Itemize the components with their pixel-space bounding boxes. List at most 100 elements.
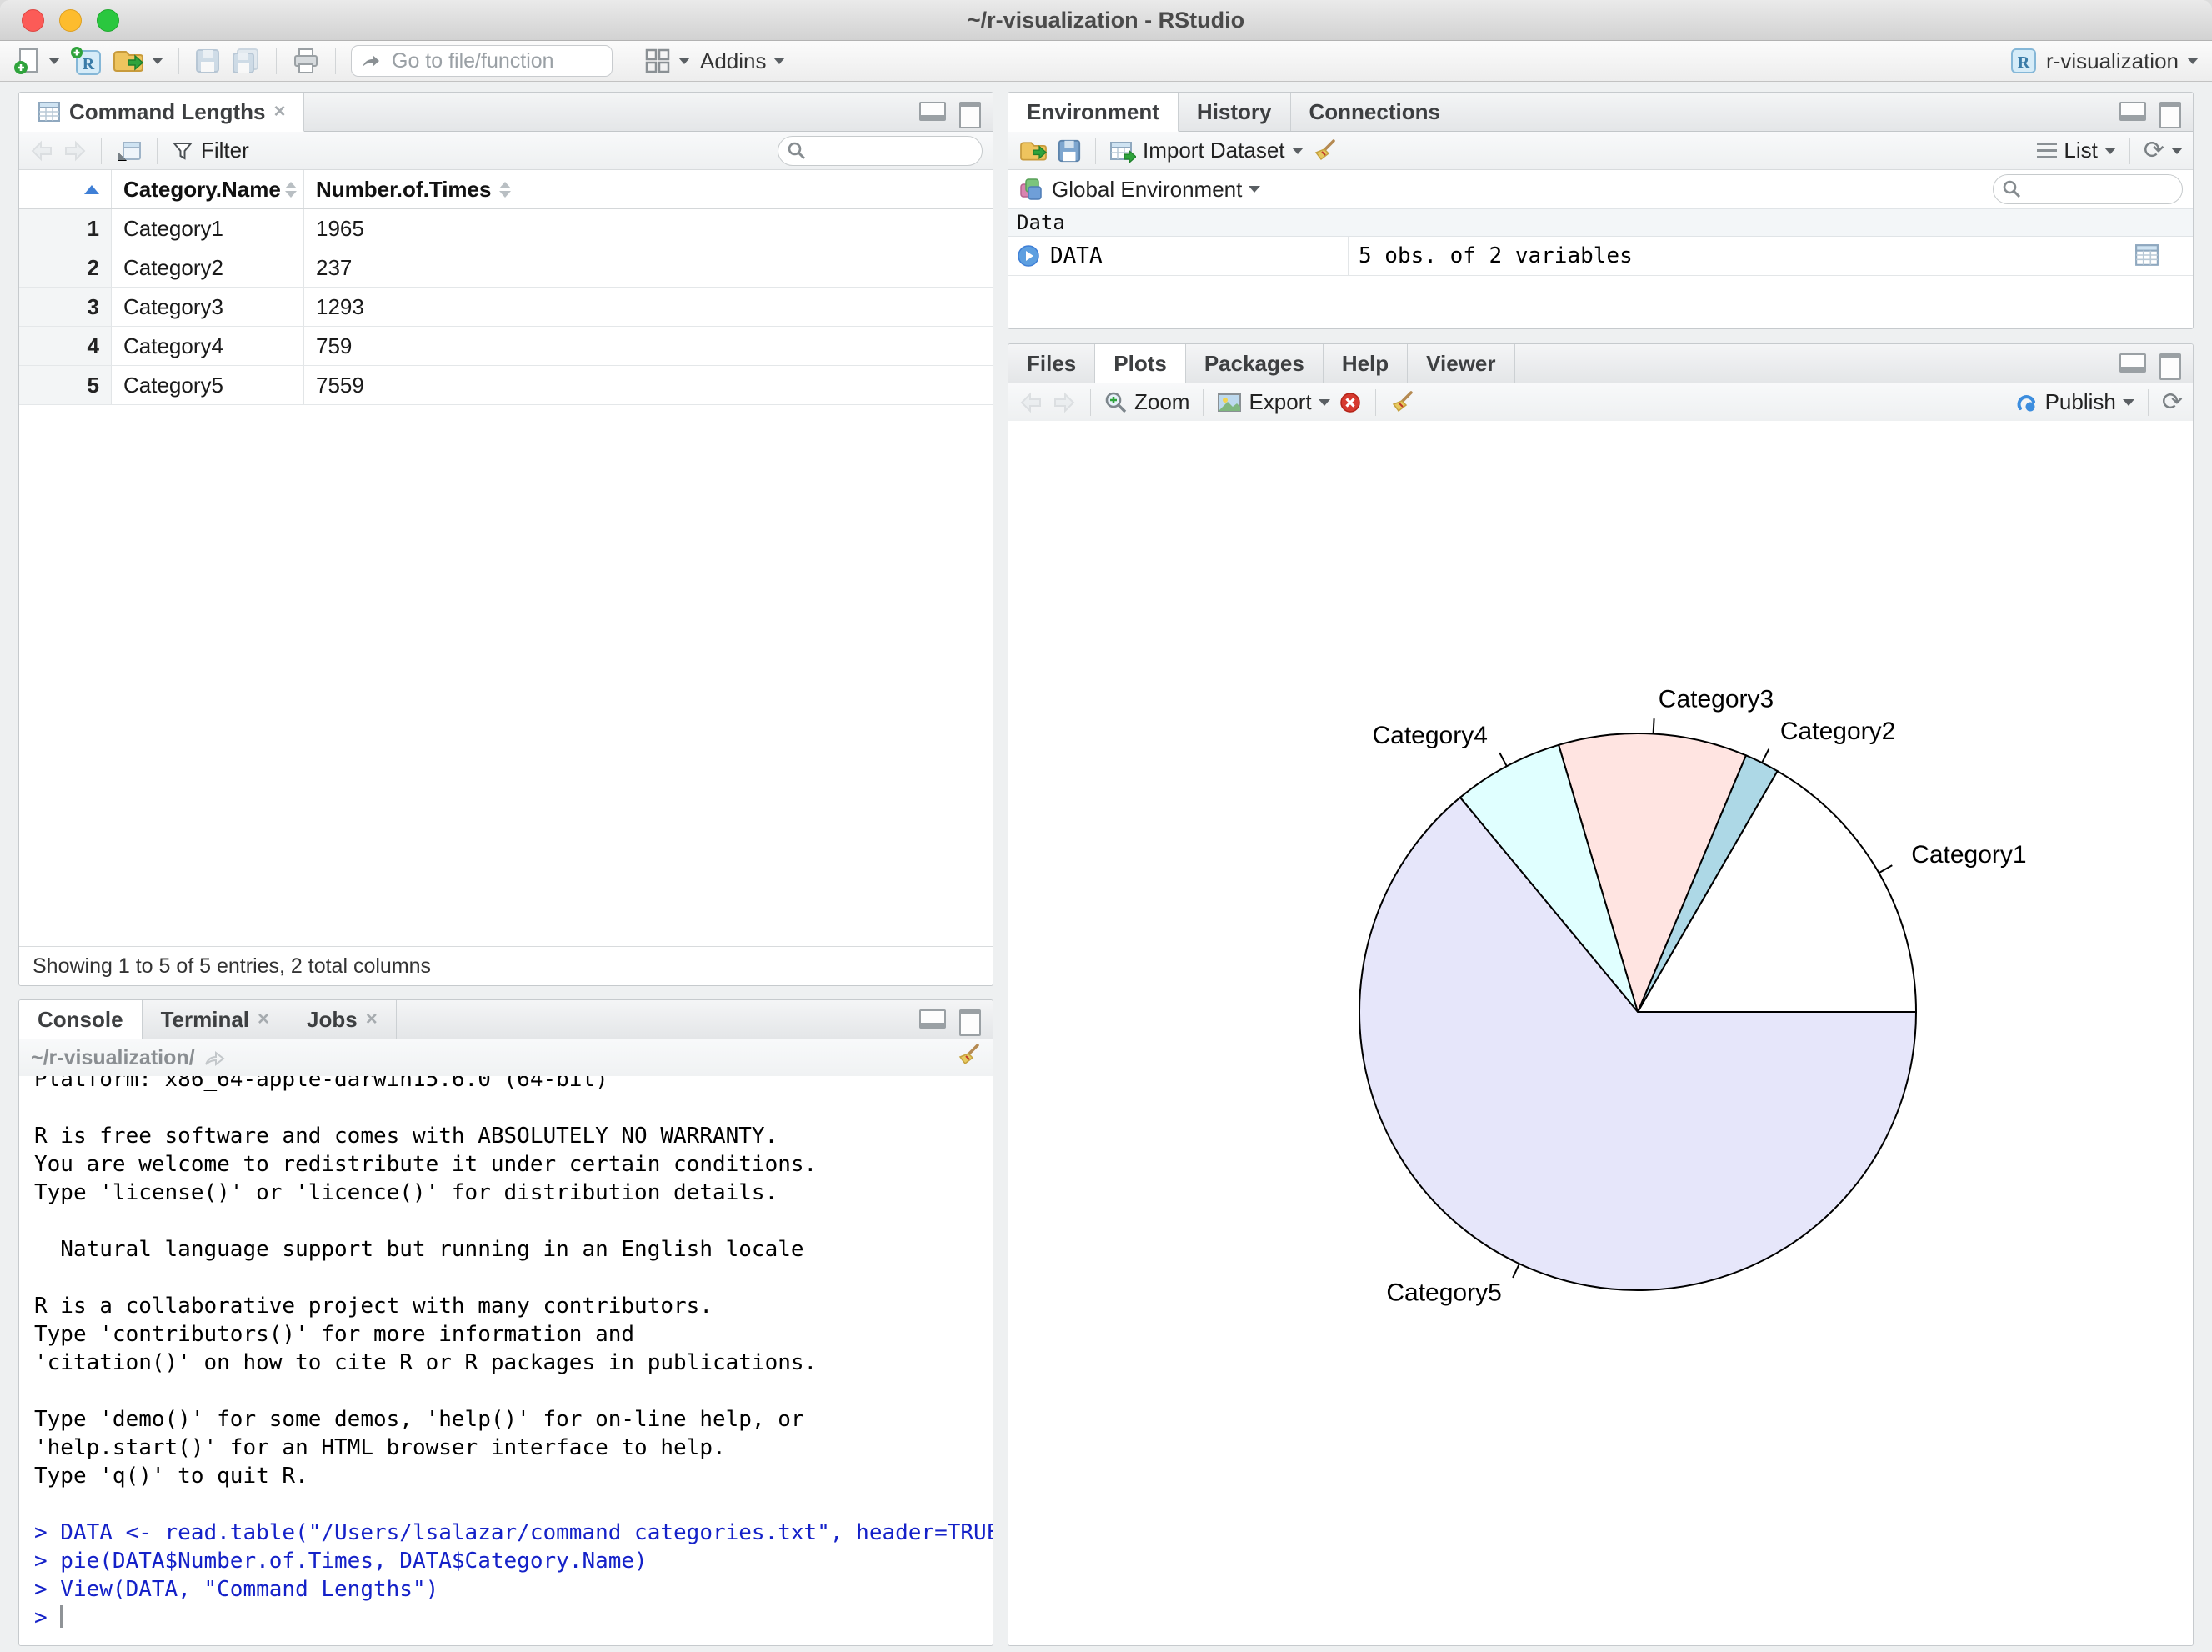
filter-button[interactable]: Filter (171, 138, 249, 163)
tab-plots[interactable]: Plots (1095, 344, 1186, 383)
spreadsheet-icon (38, 102, 60, 122)
row-number-column-header[interactable] (19, 170, 112, 208)
minimize-window-button[interactable] (59, 9, 82, 32)
refresh-plot-icon[interactable]: ⟳ (2162, 389, 2183, 415)
forward-arrow-icon[interactable] (63, 139, 88, 163)
console-line: > pie(DATA$Number.of.Times, DATA$Categor… (34, 1549, 648, 1574)
new-file-button[interactable] (13, 47, 60, 75)
console-cursor (60, 1605, 63, 1628)
maximize-pane-icon[interactable] (2159, 102, 2181, 128)
tab-command-lengths[interactable]: Command Lengths × (19, 93, 305, 132)
remove-plot-icon (1339, 392, 1360, 413)
sort-arrows-icon (499, 181, 511, 198)
view-table-icon[interactable] (2134, 243, 2159, 267)
console-line: > (34, 1604, 993, 1632)
column-label: Number.of.Times (316, 176, 492, 202)
clear-environment-broom-icon[interactable] (1312, 138, 1337, 163)
filter-funnel-icon (172, 142, 193, 160)
environment-view-mode-button[interactable]: List (2037, 138, 2116, 163)
publish-label: Publish (2044, 389, 2116, 414)
pie-label-tick (1512, 1263, 1520, 1279)
minimize-pane-icon[interactable] (2119, 353, 2146, 373)
publish-icon (2017, 394, 2035, 411)
close-icon[interactable]: × (273, 102, 285, 122)
environment-search-input[interactable] (2029, 177, 2174, 202)
export-plot-button[interactable]: Export (1217, 389, 1330, 415)
tab-label: Packages (1204, 350, 1304, 376)
tab-jobs[interactable]: Jobs × (288, 1000, 397, 1039)
maximize-pane-icon[interactable] (959, 102, 981, 128)
rstudio-window: ~/r-visualization - RStudio R Go to file… (0, 0, 2212, 1652)
remove-plot-button[interactable] (1339, 391, 1362, 414)
previous-plot-arrow-icon[interactable] (1018, 391, 1043, 414)
tab-history[interactable]: History (1179, 93, 1291, 131)
close-window-button[interactable] (22, 9, 44, 32)
table-search-box[interactable] (778, 135, 983, 166)
minimize-pane-icon[interactable] (919, 102, 946, 121)
source-tabbar: Command Lengths × (19, 93, 993, 132)
next-plot-arrow-icon[interactable] (1052, 391, 1077, 414)
data-viewer-pane: Command Lengths × Filter Category.Name N… (18, 92, 993, 986)
save-all-button[interactable] (231, 48, 261, 74)
list-view-icon (2037, 143, 2058, 158)
refresh-environment-button[interactable]: ⟳ (2144, 138, 2183, 163)
table-search-input[interactable] (813, 138, 958, 163)
goto-file-box[interactable] (351, 45, 662, 77)
data-section-label: Data (1017, 211, 1065, 234)
publish-plot-button[interactable]: Publish (2014, 389, 2134, 415)
zoom-plot-button[interactable]: Zoom (1104, 389, 1189, 415)
table-row: 5 Category5 7559 (19, 366, 993, 405)
table-header: Category.Name Number.of.Times (19, 170, 993, 209)
console-output[interactable]: Platform: x86_64-apple-darwin15.6.0 (64-… (19, 1076, 993, 1645)
back-arrow-icon[interactable] (29, 139, 54, 163)
save-workspace-icon[interactable] (1057, 138, 1082, 163)
console-tabbar: Console Terminal × Jobs × (19, 1000, 993, 1039)
pie-label-category2: Category2 (1780, 718, 1895, 745)
console-line: Natural language support but running in … (34, 1237, 804, 1262)
go-to-directory-icon[interactable] (203, 1048, 227, 1068)
tab-packages[interactable]: Packages (1186, 344, 1324, 383)
zoom-plot-label: Zoom (1134, 389, 1190, 414)
environment-scope-button[interactable]: Global Environment (1052, 177, 1261, 203)
clear-console-broom-icon[interactable] (956, 1043, 981, 1068)
new-project-button[interactable]: R (70, 46, 102, 76)
print-button[interactable] (292, 48, 320, 74)
addins-button[interactable]: Addins (700, 48, 785, 74)
close-icon[interactable]: × (258, 1009, 269, 1029)
tab-files[interactable]: Files (1008, 344, 1096, 383)
column-header-number-of-times[interactable]: Number.of.Times (304, 170, 518, 208)
goto-file-input[interactable] (390, 48, 662, 74)
tab-terminal[interactable]: Terminal × (143, 1000, 289, 1039)
new-project-r-cube-icon: R (71, 47, 101, 75)
publish-caret-icon (2122, 398, 2134, 406)
plots-tabbar: Files Plots Packages Help Viewer (1008, 344, 2193, 383)
project-menu-button[interactable]: R r-visualization (2009, 47, 2199, 75)
tab-help[interactable]: Help (1324, 344, 1409, 383)
tab-environment[interactable]: Environment (1008, 93, 1179, 132)
maximize-pane-icon[interactable] (2159, 353, 2181, 380)
data-viewer-toolbar: Filter (19, 132, 993, 170)
open-file-button[interactable] (112, 47, 163, 75)
environment-search-box[interactable] (1993, 174, 2183, 204)
expand-object-play-icon[interactable] (1017, 244, 1040, 268)
minimize-pane-icon[interactable] (2119, 102, 2146, 121)
maximize-pane-icon[interactable] (959, 1009, 981, 1036)
workspace-panes-button[interactable] (643, 47, 690, 75)
tab-connections[interactable]: Connections (1291, 93, 1459, 131)
environment-object-row[interactable]: DATA 5 obs. of 2 variables (1008, 237, 2193, 276)
tab-viewer[interactable]: Viewer (1408, 344, 1515, 383)
save-button[interactable] (194, 48, 221, 74)
close-icon[interactable]: × (366, 1009, 378, 1029)
open-in-new-window-icon[interactable] (115, 138, 143, 164)
tab-console[interactable]: Console (19, 1000, 143, 1039)
zoom-window-button[interactable] (97, 9, 119, 32)
clear-plots-broom-icon[interactable] (1389, 390, 1414, 415)
table-cell-times: 7559 (304, 366, 518, 404)
working-directory-label: ~/r-visualization/ (31, 1045, 195, 1069)
minimize-pane-icon[interactable] (919, 1009, 946, 1029)
import-dataset-button[interactable]: Import Dataset (1109, 138, 1304, 163)
load-workspace-folder-icon[interactable] (1018, 138, 1048, 163)
column-header-category-name[interactable]: Category.Name (112, 170, 304, 208)
console-line: > DATA <- read.table("/Users/lsalazar/co… (34, 1520, 993, 1545)
